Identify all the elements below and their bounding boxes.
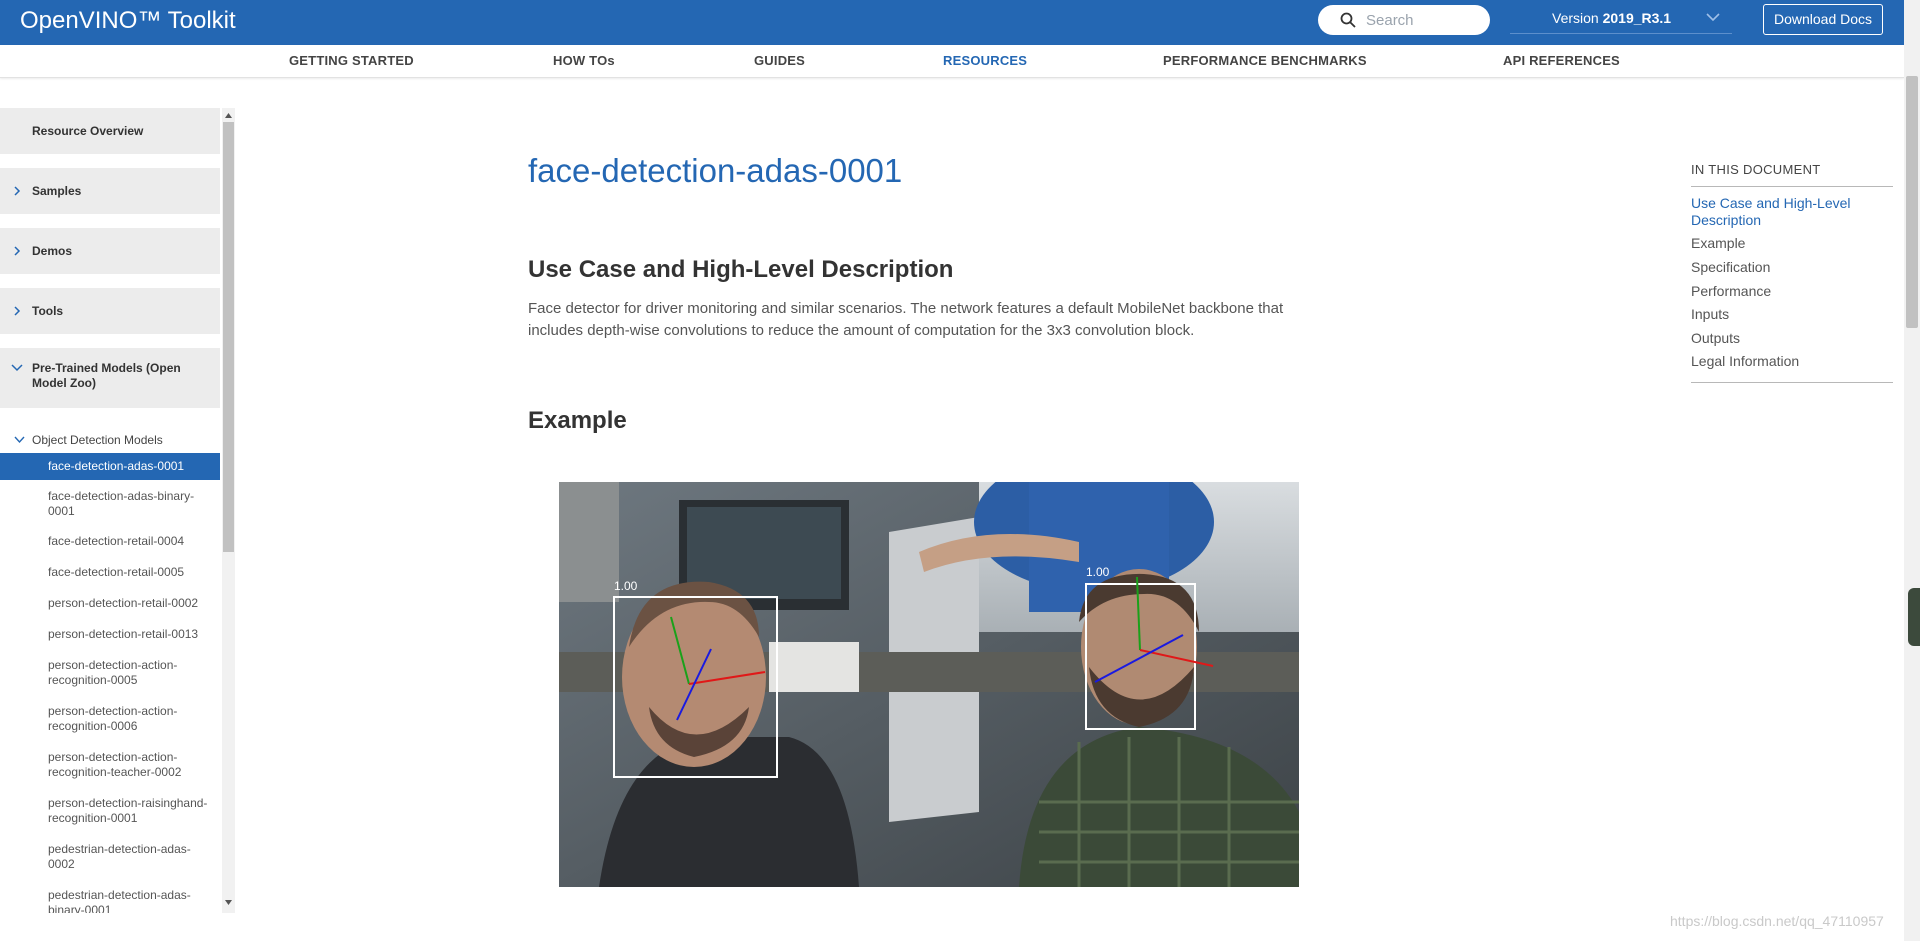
chevron-right-icon xyxy=(14,246,21,256)
toc-item-example[interactable]: Example xyxy=(1691,235,1745,251)
nav-resources[interactable]: RESOURCES xyxy=(943,53,1027,68)
scroll-down-arrow-icon[interactable] xyxy=(224,898,233,907)
toc-item-outputs[interactable]: Outputs xyxy=(1691,330,1740,346)
sidebar-link[interactable]: person-detection-retail-0002 xyxy=(48,596,208,611)
version-select[interactable]: Version 2019_R3.1 xyxy=(1510,4,1732,34)
page-title: face-detection-adas-0001 xyxy=(528,152,903,189)
sidebar-link[interactable]: face-detection-adas-binary-0001 xyxy=(48,489,208,519)
sidebar-link[interactable]: pedestrian-detection-adas-binary-0001 xyxy=(48,888,198,913)
nav-api-references[interactable]: API REFERENCES xyxy=(1503,53,1620,68)
sidebar-link[interactable]: person-detection-action-recognition-0006 xyxy=(48,704,188,734)
sidebar-item-active[interactable]: face-detection-adas-0001 xyxy=(0,453,220,480)
example-detection-image: 1.00 1.00 xyxy=(559,482,1299,887)
sidebar-item-label: Demos xyxy=(32,244,73,258)
nav-how-tos[interactable]: HOW TOs xyxy=(553,53,615,68)
sidebar-item-label: Samples xyxy=(32,184,82,198)
sidebar-link[interactable]: person-detection-raisinghand-recognition… xyxy=(48,796,213,826)
nav-getting-started[interactable]: GETTING STARTED xyxy=(289,53,414,68)
nav-guides[interactable]: GUIDES xyxy=(754,53,805,68)
sidebar-group-label: Object Detection Models xyxy=(32,433,163,447)
sidebar-item-resource-overview[interactable]: Resource Overview xyxy=(0,108,220,154)
toc-item-legal-information[interactable]: Legal Information xyxy=(1691,353,1799,369)
side-widget-tab[interactable] xyxy=(1908,588,1920,646)
search-icon xyxy=(1340,12,1356,28)
search-input[interactable]: Search xyxy=(1318,5,1490,35)
section-heading-use-case: Use Case and High-Level Description xyxy=(528,256,954,283)
toc-item-specification[interactable]: Specification xyxy=(1691,259,1770,275)
sidebar-item-label: Resource Overview xyxy=(32,124,144,138)
brand-title[interactable]: OpenVINO™ Toolkit xyxy=(20,7,236,35)
sidebar-link[interactable]: pedestrian-detection-adas-0002 xyxy=(48,842,198,872)
nav-performance-benchmarks[interactable]: PERFORMANCE BENCHMARKS xyxy=(1163,53,1367,68)
section-heading-example: Example xyxy=(528,407,627,434)
chevron-down-icon xyxy=(14,436,25,444)
sidebar-link[interactable]: face-detection-retail-0005 xyxy=(48,565,208,580)
search-placeholder: Search xyxy=(1366,12,1414,29)
sidebar-group-object-detection[interactable]: Object Detection Models xyxy=(0,431,220,451)
main-nav: GETTING STARTED HOW TOs GUIDES RESOURCES… xyxy=(0,45,1904,78)
sidebar-item-samples[interactable]: Samples xyxy=(0,168,220,214)
sidebar-link[interactable]: person-detection-action-recognition-0005 xyxy=(48,658,188,688)
sidebar-link[interactable]: person-detection-retail-0013 xyxy=(48,627,208,642)
chevron-right-icon xyxy=(14,186,21,196)
version-label: Version 2019_R3.1 xyxy=(1552,10,1672,26)
sidebar-scrollbar-thumb[interactable] xyxy=(223,122,234,552)
sidebar-item-label: Pre-Trained Models (Open Model Zoo) xyxy=(32,361,181,390)
sidebar-item-label: Tools xyxy=(32,304,64,318)
top-header-bar: OpenVINO™ Toolkit Search Version 2019_R3… xyxy=(0,0,1904,45)
chevron-down-icon xyxy=(11,364,23,372)
watermark-text: https://blog.csdn.net/qq_47110957 xyxy=(1670,913,1884,929)
toc-heading: IN THIS DOCUMENT xyxy=(1691,162,1821,177)
sidebar-item-demos[interactable]: Demos xyxy=(0,228,220,274)
toc-item-use-case[interactable]: Use Case and High-Level Description xyxy=(1691,195,1881,229)
page-scrollbar-thumb[interactable] xyxy=(1906,76,1918,328)
toc-item-inputs[interactable]: Inputs xyxy=(1691,306,1729,322)
download-docs-button[interactable]: Download Docs xyxy=(1763,4,1883,35)
chevron-down-icon xyxy=(1706,13,1720,22)
section-description: Face detector for driver monitoring and … xyxy=(528,300,1284,339)
toc-item-performance[interactable]: Performance xyxy=(1691,283,1771,299)
sidebar-item-pretrained-models[interactable]: Pre-Trained Models (Open Model Zoo) xyxy=(0,348,220,408)
sidebar-link[interactable]: person-detection-action-recognition-teac… xyxy=(48,750,198,780)
sidebar-item-tools[interactable]: Tools xyxy=(0,288,220,334)
chevron-right-icon xyxy=(14,306,21,316)
sidebar: Resource Overview Samples Demos Tools Pr… xyxy=(0,108,220,913)
detection-score-1: 1.00 xyxy=(614,579,638,593)
scroll-up-arrow-icon[interactable] xyxy=(224,111,233,120)
sidebar-link[interactable]: face-detection-retail-0004 xyxy=(48,534,208,549)
sidebar-item-label: face-detection-adas-0001 xyxy=(48,459,185,473)
example-photo-illustration: 1.00 1.00 xyxy=(559,482,1299,887)
detection-score-2: 1.00 xyxy=(1086,565,1110,579)
toc-divider xyxy=(1691,382,1893,383)
toc-divider xyxy=(1691,186,1893,187)
